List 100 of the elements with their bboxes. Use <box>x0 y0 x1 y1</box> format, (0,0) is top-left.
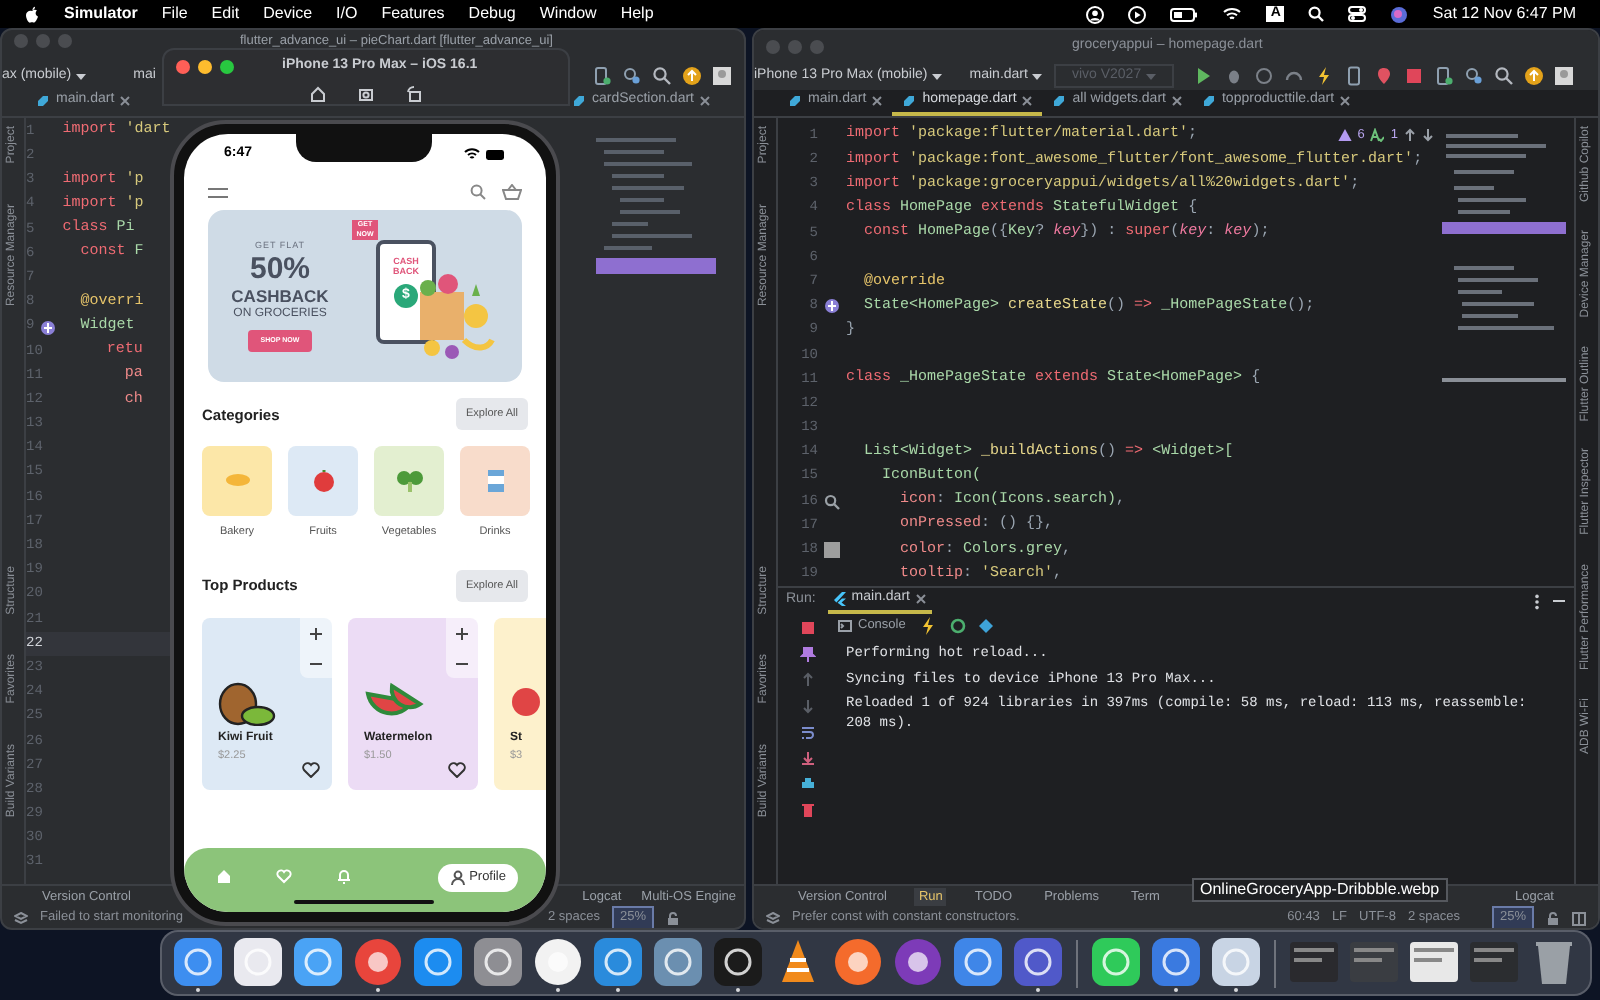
trash-icon[interactable] <box>800 802 816 818</box>
category-tile[interactable] <box>374 446 444 517</box>
app-icon[interactable] <box>832 935 884 987</box>
app-icon[interactable] <box>352 935 404 987</box>
app-icon[interactable] <box>952 935 1004 987</box>
play-circle-icon[interactable] <box>1128 5 1147 23</box>
fruit-drawing <box>218 677 278 726</box>
lock-icon <box>666 911 680 925</box>
category-tile[interactable] <box>460 446 530 517</box>
heart-icon <box>276 868 292 884</box>
close-icon[interactable] <box>1022 96 1033 106</box>
print-icon[interactable] <box>800 776 816 792</box>
search-icon[interactable] <box>652 66 672 86</box>
scroll-end-icon[interactable] <box>800 750 816 766</box>
orb-icon[interactable] <box>1390 5 1409 23</box>
run-icon[interactable] <box>1193 66 1214 86</box>
avatar-icon[interactable] <box>1553 66 1574 86</box>
arrow-up-icon[interactable] <box>1404 128 1416 143</box>
menu-icon[interactable] <box>208 187 228 197</box>
panel-icon[interactable] <box>1572 911 1586 925</box>
drop-icon[interactable] <box>1373 66 1394 86</box>
screenshot-icon[interactable] <box>358 85 374 101</box>
restart-icon[interactable] <box>949 618 966 634</box>
lightning-icon[interactable] <box>1313 66 1334 86</box>
battery-icon[interactable] <box>1170 7 1199 21</box>
apple-logo-icon[interactable] <box>24 5 40 23</box>
close-icon[interactable] <box>120 96 131 106</box>
layers-icon <box>766 911 780 925</box>
app-icon[interactable] <box>172 935 224 987</box>
close-icon[interactable] <box>700 96 710 106</box>
stop-icon[interactable] <box>800 620 816 636</box>
minus-icon[interactable] <box>310 662 322 667</box>
devtools-icon[interactable] <box>977 618 994 634</box>
quantity-stepper[interactable] <box>300 617 332 678</box>
home-icon[interactable] <box>310 85 326 101</box>
app-icon[interactable] <box>1090 935 1142 987</box>
more-options-icon[interactable] <box>1534 593 1540 609</box>
app-icon[interactable] <box>472 935 524 987</box>
app-icon[interactable] <box>1012 935 1064 987</box>
caret-icon <box>75 73 86 79</box>
close-icon[interactable] <box>872 96 883 106</box>
app-icon[interactable] <box>292 935 344 987</box>
menu-item[interactable]: Simulator <box>64 2 138 26</box>
phone-icon[interactable] <box>1343 66 1364 86</box>
menu-item[interactable]: Help <box>620 2 654 26</box>
app-icon[interactable] <box>892 935 944 987</box>
minus-icon[interactable] <box>456 662 468 667</box>
close-icon[interactable] <box>1171 96 1182 106</box>
app-icon[interactable] <box>1150 935 1202 987</box>
arrow-down-icon[interactable] <box>1422 128 1434 143</box>
user-circle-icon[interactable] <box>1086 5 1105 23</box>
update-icon[interactable] <box>682 66 702 86</box>
dart-file-icon <box>36 94 50 108</box>
warning-icon <box>1337 128 1352 143</box>
person-icon <box>449 869 466 886</box>
app-icon[interactable] <box>1210 935 1262 987</box>
stop-icon[interactable] <box>1403 66 1424 86</box>
caret-icon <box>1031 73 1042 79</box>
menu-item[interactable]: Device <box>263 2 313 26</box>
menu-item[interactable]: File <box>161 2 188 26</box>
avatar-icon[interactable] <box>712 66 732 86</box>
profiler-icon[interactable] <box>1283 66 1304 86</box>
category-tile[interactable] <box>202 446 272 517</box>
app-icon[interactable] <box>592 935 644 987</box>
lightning-icon[interactable] <box>917 616 938 636</box>
menu-item[interactable]: Debug <box>468 2 516 26</box>
close-icon[interactable] <box>915 594 926 604</box>
search-icon[interactable] <box>1493 66 1514 86</box>
minimize-icon[interactable] <box>1552 594 1566 608</box>
menu-item[interactable]: I/O <box>336 2 358 26</box>
device-icon[interactable] <box>1433 66 1454 86</box>
menu-item[interactable]: Edit <box>211 2 240 26</box>
wifi-icon[interactable] <box>1222 6 1243 22</box>
heart-icon[interactable] <box>302 761 320 778</box>
menu-item[interactable]: Window <box>539 2 597 26</box>
wrap-icon[interactable] <box>800 724 816 740</box>
sync-icon[interactable] <box>1463 66 1484 86</box>
app-icon[interactable] <box>652 935 704 987</box>
rotate-icon[interactable] <box>406 85 422 101</box>
plus-icon[interactable] <box>456 628 468 641</box>
menu-item[interactable]: Features <box>381 2 445 26</box>
pin-icon[interactable] <box>800 646 816 662</box>
debug-icon[interactable] <box>1223 66 1244 86</box>
app-icon[interactable] <box>712 935 764 987</box>
app-icon[interactable] <box>532 935 584 987</box>
plus-icon[interactable] <box>310 628 322 641</box>
sync-icon[interactable] <box>622 66 642 86</box>
menu-bar-clock: Sat 12 Nov 6:47 PM <box>1432 2 1576 26</box>
app-icon[interactable] <box>232 935 284 987</box>
heart-icon[interactable] <box>448 761 466 778</box>
coverage-icon[interactable] <box>1253 66 1274 86</box>
toggles-icon[interactable] <box>1348 6 1367 22</box>
update-icon[interactable] <box>1523 66 1544 86</box>
category-tile[interactable] <box>288 446 358 517</box>
quantity-stepper[interactable] <box>446 617 478 678</box>
basket-icon[interactable] <box>502 184 522 200</box>
app-icon[interactable] <box>412 935 464 987</box>
flutter-icon <box>833 592 846 606</box>
close-icon[interactable] <box>1340 96 1351 106</box>
device-icon[interactable] <box>592 66 612 86</box>
